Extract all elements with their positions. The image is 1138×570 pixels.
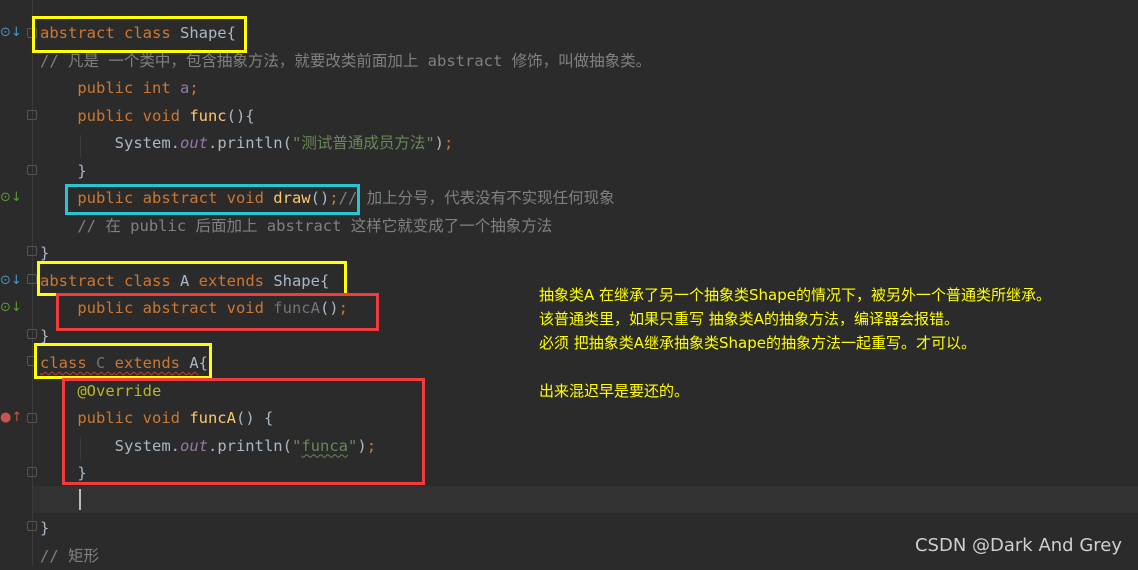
fold-marker[interactable] — [27, 413, 37, 423]
highlight-box-funca-override — [62, 378, 425, 485]
code-line[interactable]: System.out.println("测试普通成员方法"); — [40, 130, 454, 157]
watermark: CSDN @Dark And Grey — [914, 535, 1122, 556]
implemented-by-icon[interactable]: ⊙↓ — [0, 273, 22, 288]
code-line[interactable]: // 矩形 — [40, 543, 99, 570]
code-token: func — [189, 106, 227, 125]
highlight-box-shape-class — [32, 16, 247, 53]
code-line[interactable]: // 在 public 后面加上 abstract 这样它就变成了一个抽象方法 — [40, 213, 552, 240]
highlight-box-class-a — [37, 261, 347, 296]
fold-marker[interactable] — [27, 246, 37, 256]
fold-marker[interactable] — [27, 110, 37, 120]
code-token: ; — [189, 79, 199, 97]
code-token: public int — [40, 79, 180, 97]
code-token: } — [40, 244, 50, 262]
code-token: public void — [40, 106, 190, 125]
code-line[interactable]: } — [40, 158, 87, 185]
implemented-in-icon[interactable]: ⊙↓ — [0, 300, 22, 315]
annotation-note: 抽象类A 在继承了另一个抽象类Shape的情况下，被另外一个普通类所继承。 该普… — [539, 283, 1051, 403]
fold-marker[interactable] — [27, 329, 37, 339]
note-line: 出来混迟早是要还的。 — [539, 382, 690, 400]
code-token: // 矩形 — [40, 546, 99, 565]
fold-marker[interactable] — [27, 165, 37, 175]
note-line: 必须 把抽象类A继承抽象类Shape的抽象方法一起重写。才可以。 — [539, 334, 977, 352]
fold-marker[interactable] — [27, 521, 37, 531]
code-token: (){ — [226, 106, 255, 125]
highlight-box-class-c — [34, 343, 212, 379]
note-line — [539, 355, 1051, 379]
code-token: "测试普通成员方法" — [291, 134, 435, 152]
code-token: a — [179, 79, 190, 97]
implemented-in-icon[interactable]: ⊙↓ — [0, 190, 22, 205]
code-token: System. — [40, 134, 180, 152]
code-line[interactable]: public void func(){ — [40, 103, 255, 130]
fold-marker[interactable] — [27, 467, 37, 477]
code-token: .println( — [207, 134, 292, 152]
note-line: 该普通类里，如果只重写 抽象类A的抽象方法，编译器会报错。 — [539, 310, 960, 328]
code-token: // 加上分号，代表没有不实现任何现象 — [338, 189, 615, 207]
code-token: ; — [444, 134, 454, 152]
text-caret — [79, 489, 81, 510]
highlight-box-funca-abstract — [56, 293, 379, 331]
implemented-by-icon[interactable]: ⊙↓ — [0, 25, 22, 40]
code-token: ) — [434, 134, 444, 152]
code-line[interactable]: public int a; — [40, 75, 199, 102]
code-token: out — [179, 134, 208, 152]
fold-marker[interactable] — [27, 274, 37, 284]
code-token: } — [40, 326, 50, 345]
note-line: 抽象类A 在继承了另一个抽象类Shape的情况下，被另外一个普通类所继承。 — [539, 286, 1052, 304]
code-token: // 在 public 后面加上 abstract 这样它就变成了一个抽象方法 — [40, 216, 553, 235]
code-token: } — [40, 161, 87, 180]
code-line[interactable]: } — [40, 515, 49, 542]
highlight-box-draw-method — [65, 184, 360, 215]
code-token: } — [40, 519, 50, 537]
current-line-highlight — [33, 486, 1138, 513]
overrides-method-icon[interactable]: ●↑ — [0, 410, 22, 425]
code-token: // 凡是 一个类中，包含抽象方法，就要改类前面加上 abstract 修饰，叫… — [40, 51, 652, 70]
